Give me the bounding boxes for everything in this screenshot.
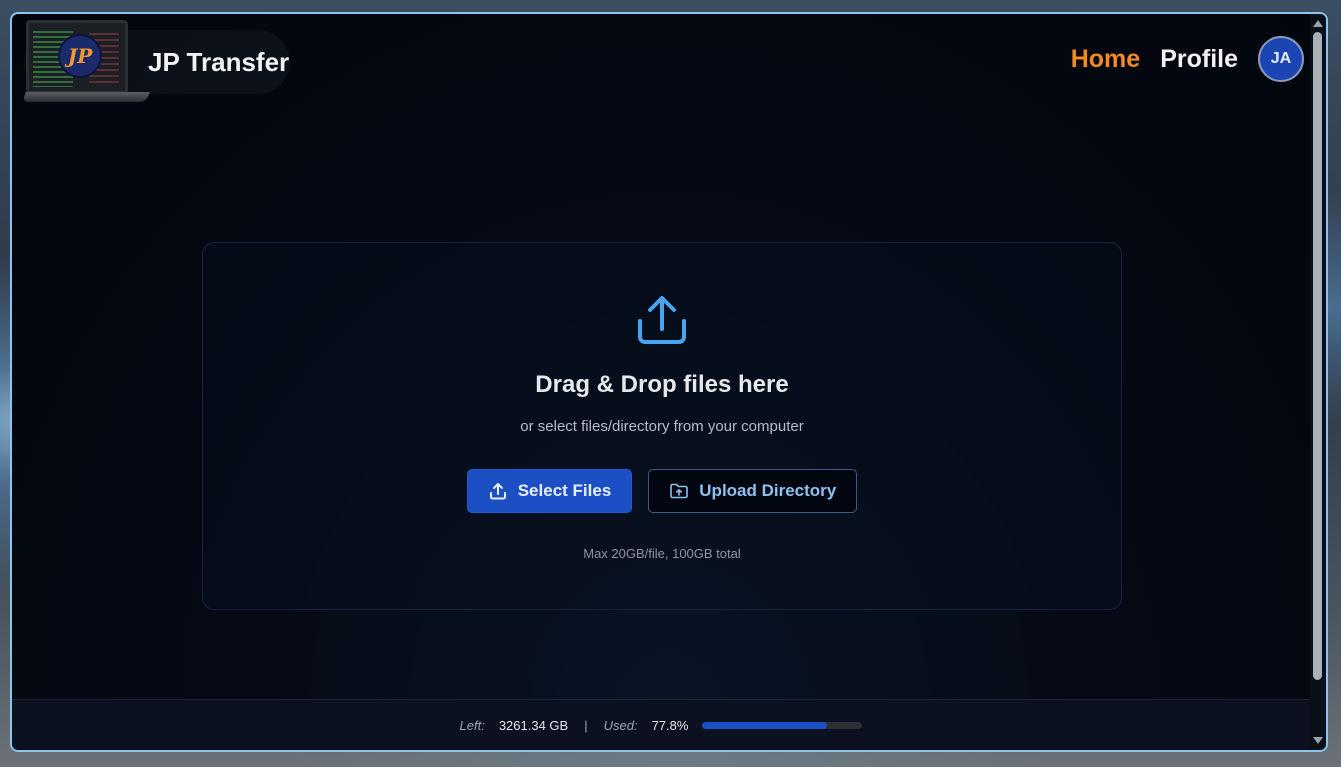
used-label: Used: bbox=[603, 717, 638, 733]
drop-zone-title: Drag & Drop files here bbox=[535, 371, 789, 398]
app-window: JP JP Transfer Home Profile JA Drag & Dr… bbox=[10, 12, 1328, 752]
avatar[interactable]: JA bbox=[1258, 36, 1304, 82]
size-limit-note: Max 20GB/file, 100GB total bbox=[583, 546, 741, 561]
footer-separator: | bbox=[584, 717, 588, 733]
used-value: 77.8% bbox=[651, 717, 689, 733]
upload-small-icon bbox=[489, 483, 506, 500]
storage-footer: Left: 3261.34 GB | Used: 77.8% bbox=[12, 699, 1310, 750]
drop-zone-subtitle: or select files/directory from your comp… bbox=[520, 418, 804, 435]
nav-profile-link[interactable]: Profile bbox=[1160, 45, 1238, 74]
storage-progress-fill bbox=[702, 721, 827, 729]
drop-zone[interactable]: Drag & Drop files here or select files/d… bbox=[202, 242, 1122, 610]
logo: JP bbox=[22, 20, 150, 112]
scroll-up-arrow-icon[interactable] bbox=[1313, 20, 1323, 27]
scroll-thumb[interactable] bbox=[1313, 32, 1322, 680]
upload-icon bbox=[638, 296, 686, 344]
scrollbar[interactable] bbox=[1310, 14, 1326, 750]
top-nav: Home Profile JA bbox=[1071, 36, 1304, 82]
left-label: Left: bbox=[459, 717, 485, 733]
storage-progress-bar bbox=[702, 721, 863, 729]
select-files-button[interactable]: Select Files bbox=[466, 469, 633, 513]
scroll-down-arrow-icon[interactable] bbox=[1313, 737, 1323, 744]
brand[interactable]: JP JP Transfer bbox=[22, 20, 290, 102]
brand-name: JP Transfer bbox=[148, 46, 290, 77]
header: JP JP Transfer Home Profile JA bbox=[12, 14, 1308, 114]
upload-directory-label: Upload Directory bbox=[699, 481, 837, 500]
upload-buttons: Select Files Upload Directory bbox=[203, 469, 1121, 513]
select-files-label: Select Files bbox=[517, 481, 612, 500]
nav-home-link[interactable]: Home bbox=[1071, 45, 1140, 74]
folder-upload-icon bbox=[670, 483, 689, 499]
logo-badge: JP bbox=[58, 34, 102, 78]
laptop-base bbox=[22, 92, 150, 102]
upload-directory-button[interactable]: Upload Directory bbox=[648, 469, 858, 513]
left-value: 3261.34 GB bbox=[498, 717, 569, 733]
